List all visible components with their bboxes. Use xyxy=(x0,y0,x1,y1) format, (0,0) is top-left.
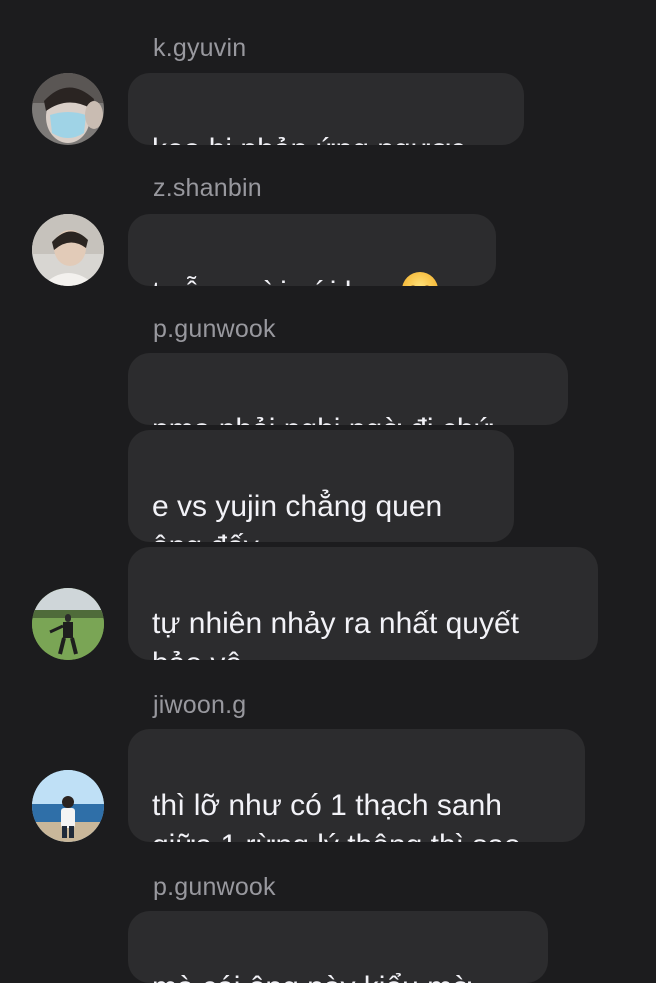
message-text: mà cái ông này kiểu mờ xyxy=(152,971,472,983)
message-text: nma phải nghi ngờ đi chứ xyxy=(152,413,494,425)
message-text: tự nhiên nhảy ra nhất quyết bảo vệ xyxy=(152,607,520,660)
message-text: thì lỡ như có 1 thạch sanh giữa 1 rừng l… xyxy=(152,789,521,842)
message-text: kẹo bị phản ứng ngược xyxy=(152,133,465,145)
message-text: e vs yujin chẳng quen ông đấy xyxy=(152,490,443,542)
sender-name: p.gunwook xyxy=(153,873,276,901)
avatar[interactable] xyxy=(32,73,104,145)
avatar[interactable] xyxy=(32,588,104,660)
message-bubble[interactable]: t vẫn cười với hạo xyxy=(128,214,496,286)
message-text: t vẫn cười với hạo xyxy=(152,276,395,286)
smiling-face-emoji-icon xyxy=(401,271,439,286)
message-bubble[interactable]: nma phải nghi ngờ đi chứ xyxy=(128,353,568,425)
message-bubble[interactable]: mà cái ông này kiểu mờ xyxy=(128,911,548,983)
avatar[interactable] xyxy=(32,770,104,842)
sender-name: z.shanbin xyxy=(153,174,262,202)
avatar[interactable] xyxy=(32,214,104,286)
message-bubble[interactable]: e vs yujin chẳng quen ông đấy xyxy=(128,430,514,542)
message-bubble[interactable]: thì lỡ như có 1 thạch sanh giữa 1 rừng l… xyxy=(128,729,585,842)
message-bubble[interactable]: tự nhiên nhảy ra nhất quyết bảo vệ xyxy=(128,547,598,660)
sender-name: jiwoon.g xyxy=(153,691,247,719)
message-bubble[interactable]: kẹo bị phản ứng ngược xyxy=(128,73,524,145)
sender-name: k.gyuvin xyxy=(153,34,247,62)
sender-name: p.gunwook xyxy=(153,315,276,343)
